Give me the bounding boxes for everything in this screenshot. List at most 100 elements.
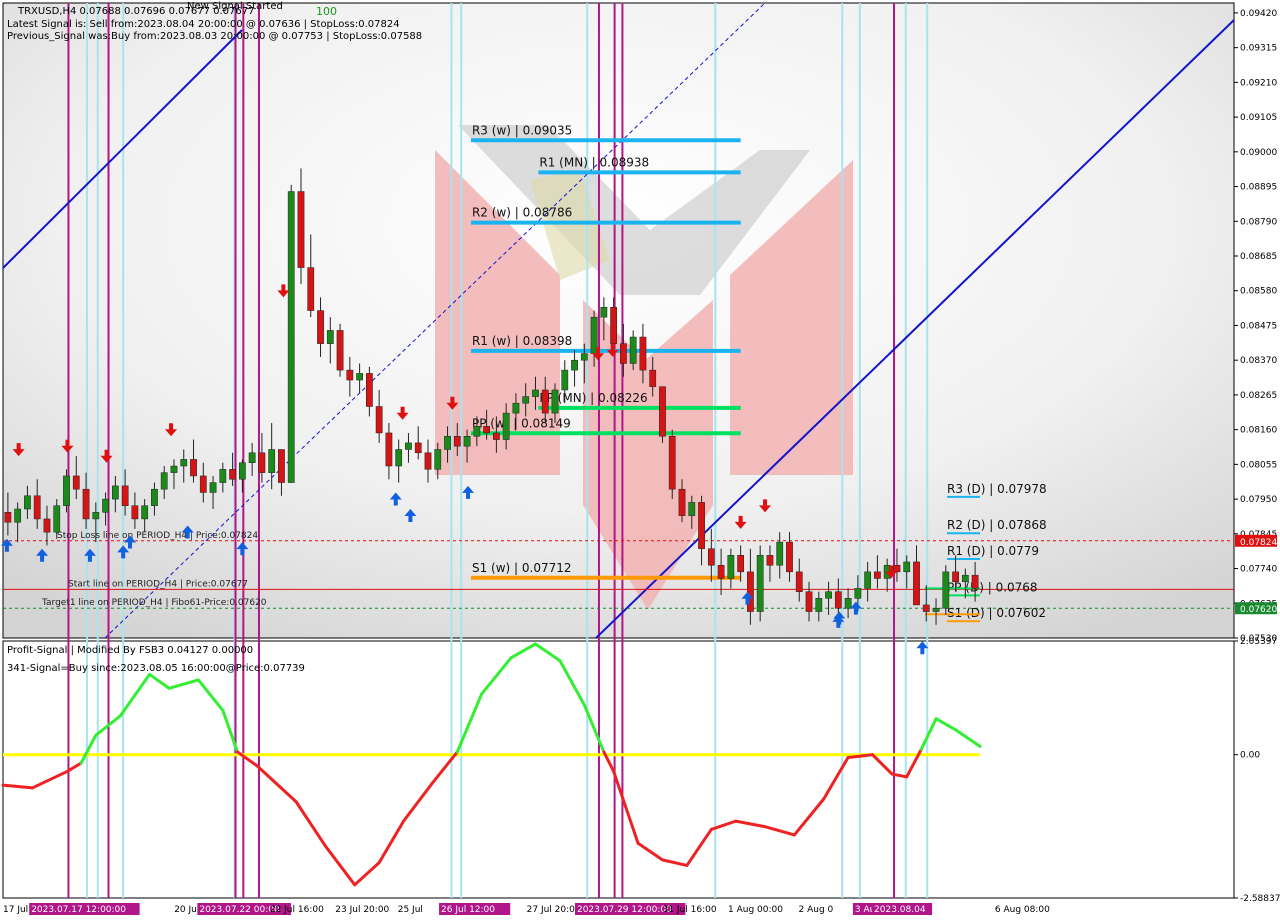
candle-body: [512, 402, 520, 414]
candle[interactable]: [287, 184, 295, 483]
candle-body: [776, 541, 784, 566]
candle-body: [502, 412, 510, 440]
candle-body: [541, 389, 549, 414]
daily-pivot-label: R2 (D) | 0.07868: [947, 518, 1047, 532]
candle-body: [874, 571, 881, 579]
candle-body: [903, 561, 911, 573]
candle-body: [24, 495, 31, 510]
price-tick-label: 0.08580: [1240, 287, 1277, 297]
time-tick-label: 31 Jul 16:00: [663, 905, 717, 915]
candle-body: [766, 555, 774, 566]
candle-body: [121, 485, 129, 506]
candle-body: [297, 191, 305, 268]
candle-body: [365, 373, 373, 407]
candle-body: [561, 369, 569, 391]
candle-body: [248, 452, 256, 463]
candle-body: [551, 389, 559, 414]
candle[interactable]: [942, 565, 950, 615]
candle-body: [287, 191, 295, 483]
candle-body: [131, 505, 139, 520]
price-tick-label: 0.08160: [1240, 426, 1277, 436]
oscillator-axis: 2.05397 0.00 -2.58837: [1234, 637, 1280, 904]
price-tick-label: 0.07950: [1240, 495, 1277, 505]
candle-body: [463, 436, 471, 447]
candle-body: [209, 482, 217, 493]
candle-body: [620, 343, 627, 364]
candle-body: [160, 472, 168, 490]
candle-body: [747, 571, 754, 612]
time-tick-label: 25 Jul: [398, 905, 423, 915]
candle[interactable]: [668, 429, 676, 500]
candle-body: [151, 488, 158, 506]
candle-body: [639, 336, 647, 371]
signal-hline-label: Start line on PERIOD_H4 | Price:0.07677: [68, 579, 248, 589]
new-signal-text: New Signal Started: [187, 1, 283, 12]
price-tick-label: 0.08265: [1240, 391, 1277, 401]
candle-body: [825, 591, 832, 599]
candle-body: [688, 502, 696, 516]
pivot-label: R2 (w) | 0.08786: [472, 206, 572, 220]
time-tick-label: 2023.07.29 12:00:00: [577, 905, 672, 915]
candle-body: [33, 495, 41, 520]
previous-signal-text: Previous_Signal was:Buy from:2023.08.03 …: [7, 31, 422, 42]
candle-body: [727, 555, 735, 579]
time-tick-label: 26 Jul 12:00: [441, 905, 495, 915]
candle-body: [737, 555, 745, 573]
candle-body: [913, 561, 920, 606]
candle-body: [199, 475, 207, 493]
oscillator-panel[interactable]: [2, 640, 1235, 899]
candle[interactable]: [336, 323, 344, 377]
time-tick-label: 6 Aug 08:00: [995, 905, 1050, 915]
candle-body: [258, 452, 266, 473]
candle-body: [571, 359, 578, 371]
time-tick-label: 23 Jul 20:00: [335, 905, 389, 915]
candle[interactable]: [756, 545, 764, 622]
latest-signal-text: Latest Signal is: Sell from:2023.08.04 2…: [7, 19, 400, 30]
candle-body: [92, 512, 100, 520]
candle-body: [336, 330, 344, 371]
candle-body: [307, 267, 315, 311]
target-price-tag-text: 0.07620: [1240, 605, 1277, 615]
price-tick-label: 0.09000: [1240, 148, 1277, 158]
price-tick-label: 0.08475: [1240, 321, 1277, 331]
candle-body: [405, 442, 412, 450]
candle-body: [82, 488, 90, 520]
candle-body: [238, 462, 246, 480]
time-tick-label: 2023.08.04: [874, 905, 926, 915]
candle-body: [893, 564, 901, 573]
candle-body: [834, 591, 842, 609]
time-tick-label: 2 Aug 0: [799, 905, 834, 915]
price-tick-label: 0.08055: [1240, 460, 1277, 470]
trading-chart[interactable]: Stop Loss line on PERIOD_H4 | Price:0.07…: [0, 0, 1280, 920]
candle-body: [375, 406, 383, 434]
candle-body: [473, 426, 481, 437]
candle-body: [141, 505, 149, 520]
daily-pivot-label: R3 (D) | 0.07978: [947, 482, 1047, 496]
candle-body: [532, 389, 539, 397]
candle-body: [268, 449, 276, 473]
candle-body: [414, 442, 422, 454]
candle-body: [971, 574, 979, 589]
candle-body: [43, 518, 51, 533]
time-tick-label: 1 Aug 00:00: [728, 905, 783, 915]
price-tick-label: 0.08685: [1240, 252, 1277, 262]
osc-title: Profit-Signal | Modified By FSB3 0.04127…: [7, 645, 253, 656]
stoploss-price-tag-text: 0.07824: [1240, 538, 1277, 548]
price-tick-label: 0.08895: [1240, 183, 1277, 193]
price-tick-label: 0.07740: [1240, 565, 1277, 575]
candle[interactable]: [659, 386, 666, 443]
candle-body: [444, 436, 451, 450]
candle-body: [756, 555, 764, 612]
time-tick-label: 27 Jul 20:00: [527, 905, 581, 915]
candle-body: [229, 469, 236, 480]
candle-body: [53, 505, 61, 533]
candle-body: [483, 426, 490, 434]
candle-body: [72, 475, 80, 490]
time-axis: 17 Jul 20232023.07.17 12:00:00 20 Jul 202…: [3, 903, 1050, 915]
candle[interactable]: [63, 469, 70, 513]
price-axis: 0.09420 0.09315 0.09210 0.09105 0.09000 0.088…: [1234, 9, 1277, 644]
candle-body: [522, 396, 530, 404]
candle-body: [629, 336, 637, 364]
candle-body: [668, 436, 676, 490]
candle-body: [346, 369, 354, 381]
